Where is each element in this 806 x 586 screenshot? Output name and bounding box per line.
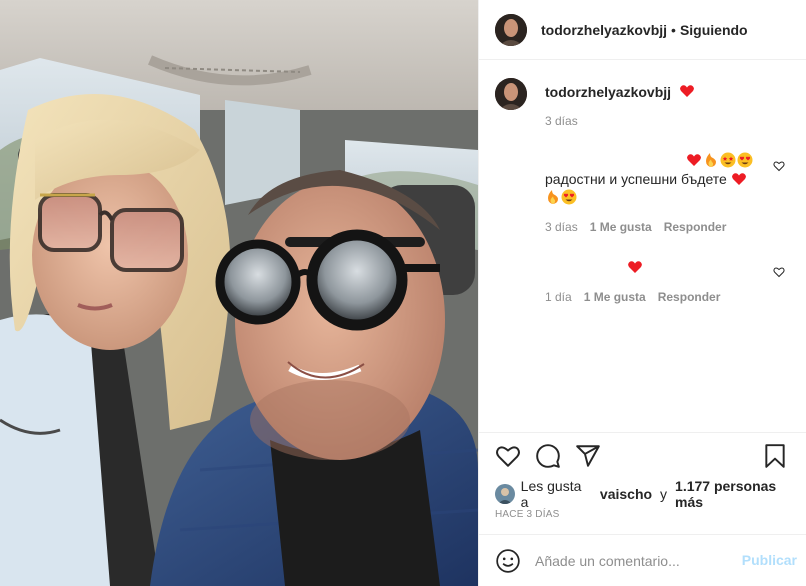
likes-user[interactable]: vaischo xyxy=(600,486,652,502)
comment-1-reply[interactable]: Responder xyxy=(664,220,727,234)
likes-conjunction: y xyxy=(660,486,668,502)
fire-emoji-icon xyxy=(548,190,558,204)
liker-avatar[interactable] xyxy=(495,484,515,504)
heart-emoji-icon xyxy=(628,261,642,273)
likes-others[interactable]: 1.177 personas más xyxy=(675,478,806,510)
comment-2-time[interactable]: 1 día xyxy=(545,290,572,304)
likes-summary: Les gusta a vaischo y 1.177 personas más xyxy=(495,478,806,510)
header-username[interactable]: todorzhelyazkovbjj xyxy=(541,22,667,38)
heart-outline-icon[interactable] xyxy=(495,443,521,469)
author-avatar[interactable] xyxy=(495,13,527,46)
post-actions xyxy=(479,432,806,484)
comment-2-reply[interactable]: Responder xyxy=(658,290,721,304)
post-side-panel: todorzhelyazkovbjj • Siguiendo todorzhel… xyxy=(478,0,806,586)
paper-plane-icon[interactable] xyxy=(575,443,601,469)
fire-emoji-icon xyxy=(706,153,716,167)
post-photo[interactable] xyxy=(0,0,478,586)
likes-prefix: Les gusta a xyxy=(520,478,582,510)
comment-1-meta: 3 días 1 Me gusta Responder xyxy=(545,220,726,234)
smiley-icon[interactable] xyxy=(495,548,521,574)
comments-section: todorzhelyazkovbjj 3 días радостни и усп… xyxy=(479,60,806,432)
comment-1-like-icon[interactable] xyxy=(773,160,785,172)
caption-username[interactable]: todorzhelyazkovbjj xyxy=(545,84,671,100)
comment-1-likes[interactable]: 1 Me gusta xyxy=(590,220,652,234)
comment-2-likes[interactable]: 1 Me gusta xyxy=(584,290,646,304)
star-eyes-emoji-icon xyxy=(720,152,736,168)
comment-input[interactable] xyxy=(535,552,725,569)
comment-1-emoji-row xyxy=(545,152,755,168)
header-separator: • xyxy=(671,21,676,38)
comment-2-meta: 1 día 1 Me gusta Responder xyxy=(545,290,720,304)
heart-emoji-icon xyxy=(731,173,746,185)
comment-icon[interactable] xyxy=(535,443,561,469)
heart-eyes-emoji-icon xyxy=(737,152,753,168)
caption: todorzhelyazkovbjj xyxy=(495,78,695,110)
comment-1: радостни и успешни бъдете xyxy=(545,152,755,206)
bookmark-icon[interactable] xyxy=(762,443,788,469)
follow-button[interactable]: Siguiendo xyxy=(680,22,748,38)
comment-1-body: радостни и успешни бъдете xyxy=(545,171,727,187)
caption-avatar[interactable] xyxy=(495,78,527,110)
caption-time[interactable]: 3 días xyxy=(545,114,578,128)
post-timestamp[interactable]: HACE 3 DÍAS xyxy=(495,509,559,520)
instagram-post: todorzhelyazkovbjj • Siguiendo todorzhel… xyxy=(0,0,806,586)
add-comment-bar: Publicar xyxy=(479,534,806,586)
comment-1-time[interactable]: 3 días xyxy=(545,220,578,234)
comment-2-like-icon[interactable] xyxy=(773,266,785,278)
comment-1-text: радостни и успешни бъдете xyxy=(545,170,755,206)
publish-button[interactable]: Publicar xyxy=(742,552,797,568)
heart-emoji-icon xyxy=(679,83,695,102)
caption-text: todorzhelyazkovbjj xyxy=(545,78,695,110)
comment-2 xyxy=(627,259,643,278)
heart-emoji-icon xyxy=(687,154,701,166)
post-header: todorzhelyazkovbjj • Siguiendo xyxy=(479,0,806,60)
heart-eyes-emoji-icon xyxy=(561,189,577,205)
